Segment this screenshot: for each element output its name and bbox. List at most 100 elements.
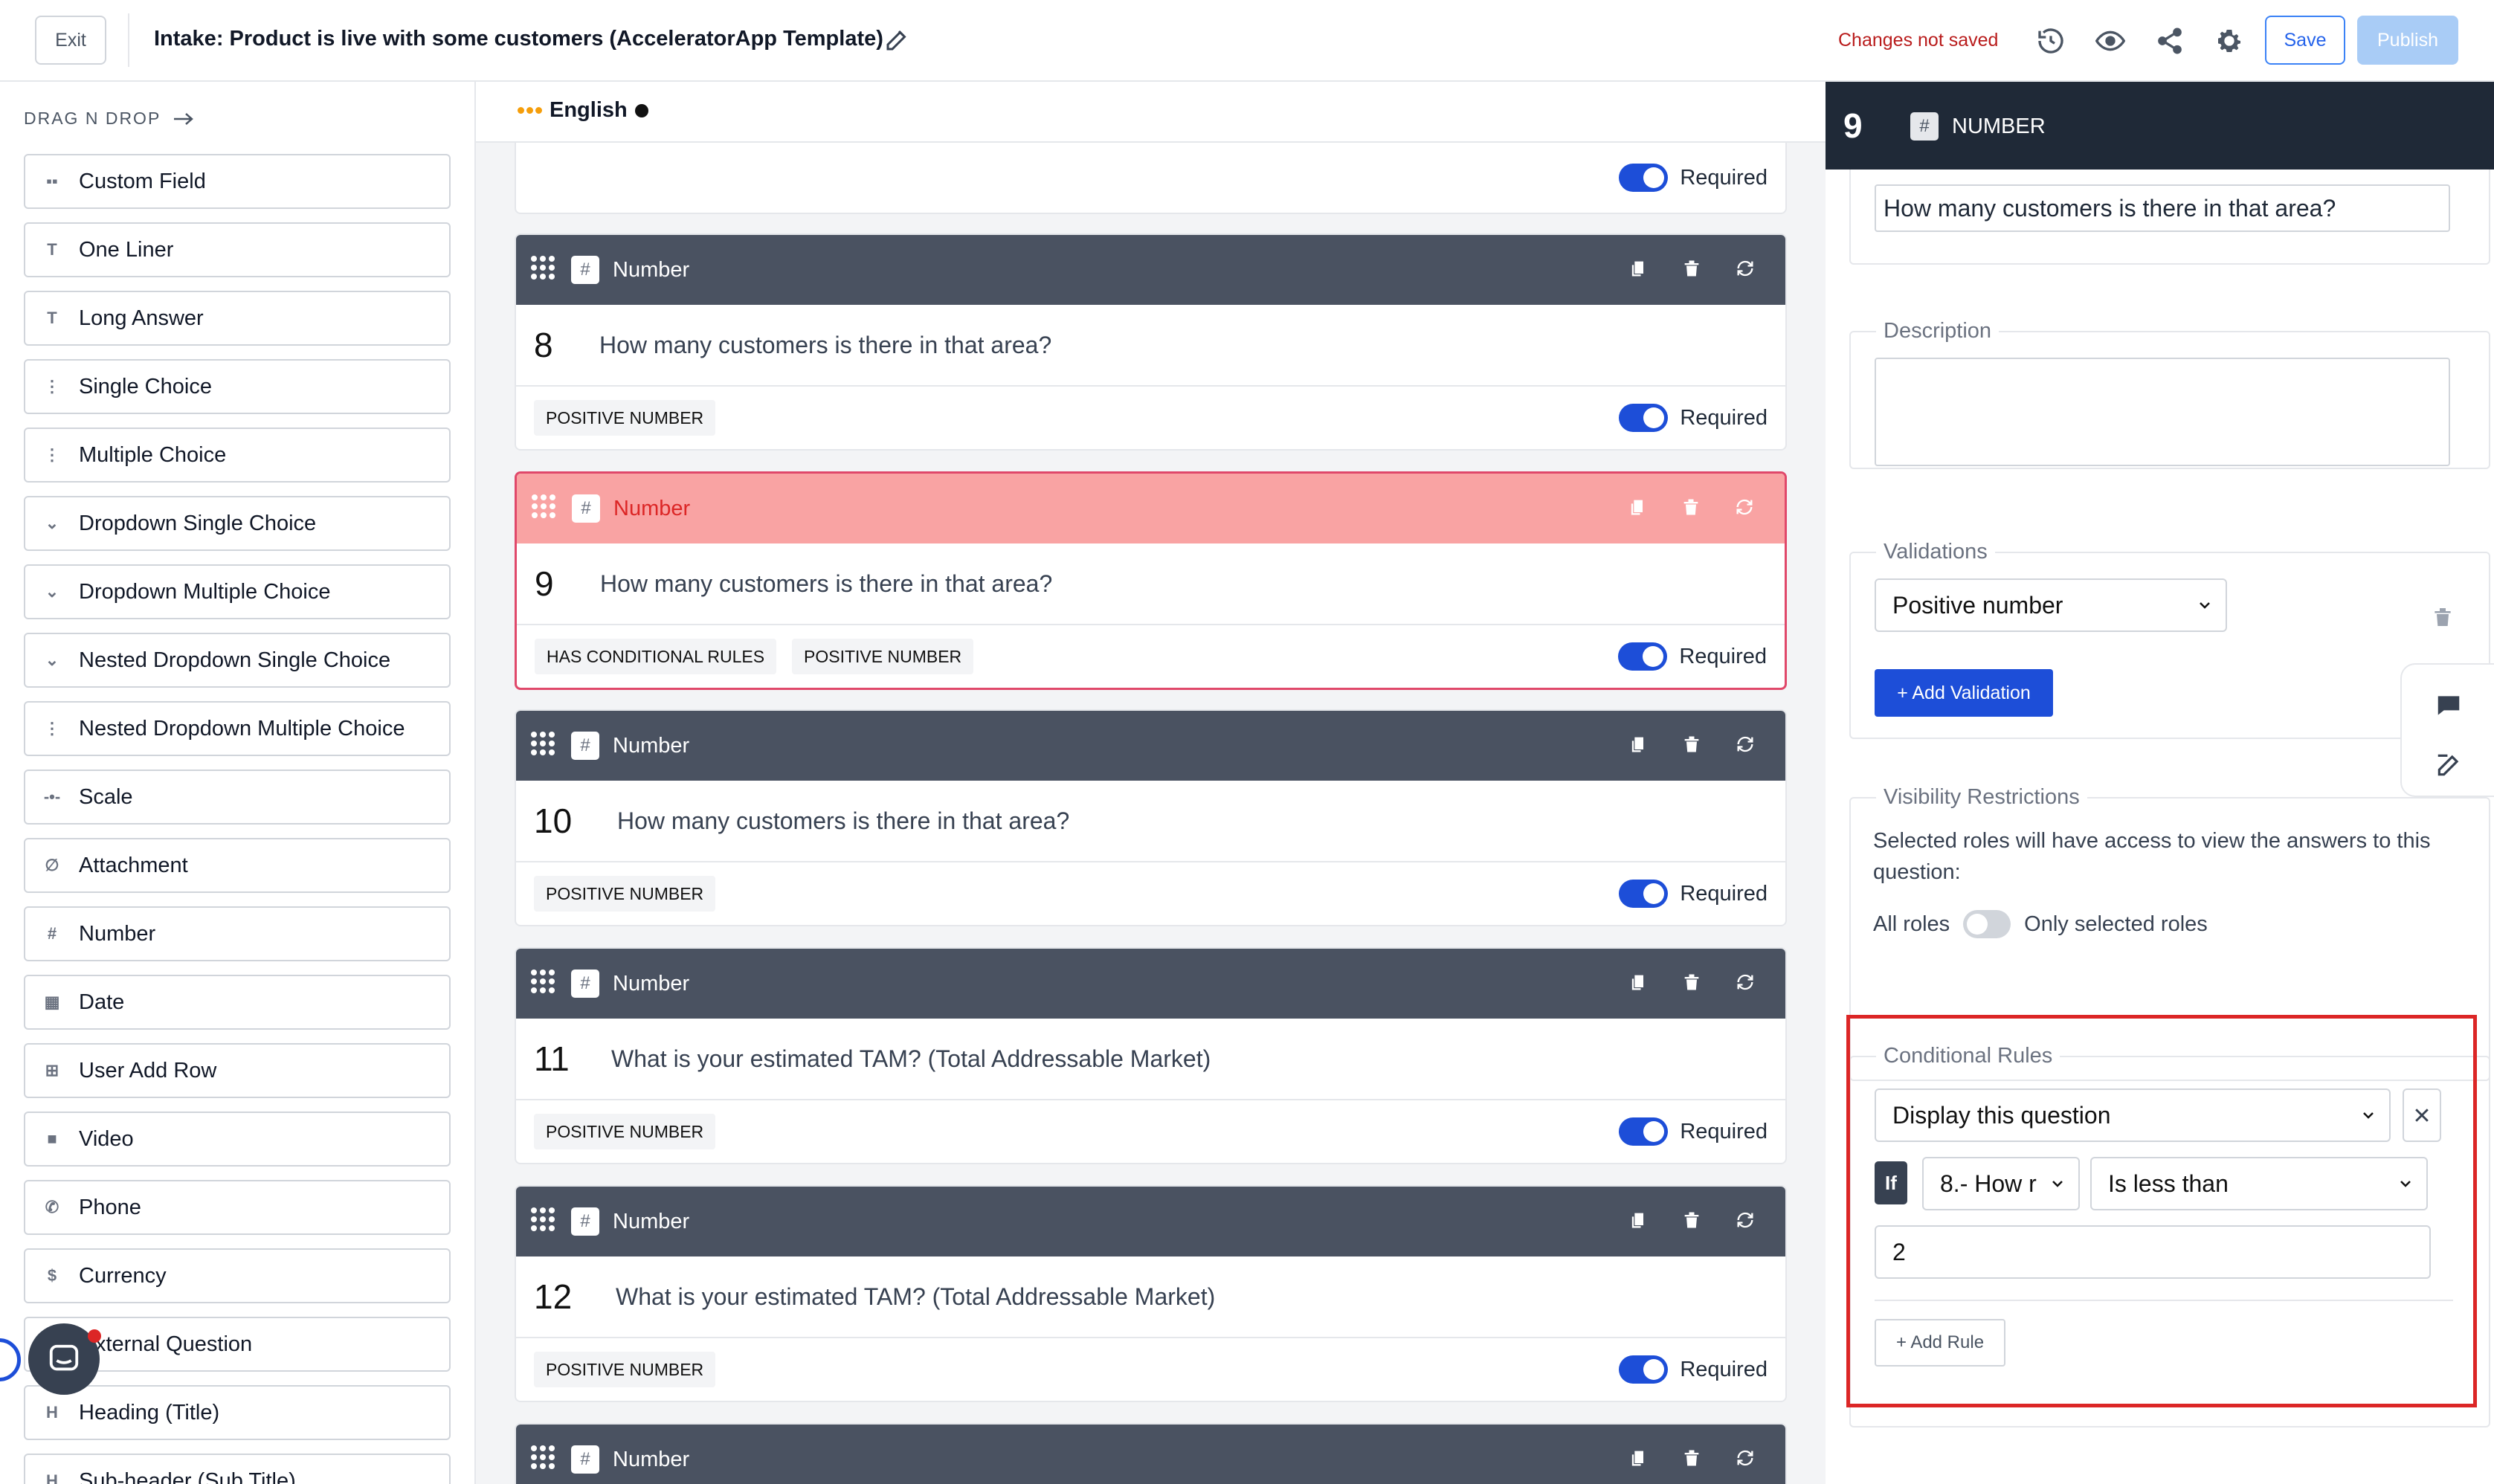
drag-handle-icon[interactable] bbox=[531, 970, 555, 993]
drag-handle-icon[interactable] bbox=[532, 494, 555, 518]
palette-item-one-liner[interactable]: T One Liner bbox=[24, 222, 451, 277]
card-header: # Number bbox=[516, 1425, 1785, 1484]
subheading-icon: H bbox=[46, 1471, 58, 1484]
swap-icon[interactable] bbox=[1735, 732, 1756, 756]
add-validation-button[interactable]: + Add Validation bbox=[1875, 669, 2053, 717]
tag-badge: HAS CONDITIONAL RULES bbox=[535, 639, 777, 674]
drag-handle-icon[interactable] bbox=[531, 256, 555, 280]
question-card-9[interactable]: # Number 9 How many customers is there i… bbox=[515, 471, 1787, 690]
palette-item-dropdown-single-choice[interactable]: ⌄ Dropdown Single Choice bbox=[24, 496, 451, 551]
hash-icon: # bbox=[571, 1445, 599, 1474]
trash-icon[interactable] bbox=[2431, 604, 2455, 630]
duplicate-icon[interactable] bbox=[1628, 970, 1649, 994]
video-icon: ■ bbox=[47, 1129, 57, 1148]
description-fieldset: Description bbox=[1849, 319, 2490, 469]
card-header: # Number bbox=[516, 235, 1785, 305]
hash-icon: # bbox=[47, 924, 57, 943]
drag-handle-icon[interactable] bbox=[531, 1207, 555, 1231]
palette-item-dropdown-multiple-choice[interactable]: ⌄ Dropdown Multiple Choice bbox=[24, 564, 451, 619]
swap-icon[interactable] bbox=[1735, 1208, 1756, 1232]
publish-button[interactable]: Publish bbox=[2357, 16, 2458, 65]
palette-item-currency[interactable]: $ Currency bbox=[24, 1248, 451, 1303]
swap-icon[interactable] bbox=[1734, 495, 1755, 519]
swap-icon[interactable] bbox=[1735, 1446, 1756, 1470]
language-status-dot bbox=[634, 103, 648, 117]
language-bar: English bbox=[476, 82, 1826, 143]
list-icon: ⋮ bbox=[44, 445, 60, 464]
roles-toggle[interactable] bbox=[1963, 910, 2011, 938]
palette-item-date[interactable]: ▦ Date bbox=[24, 975, 451, 1030]
required-toggle[interactable] bbox=[1619, 880, 1669, 908]
palette-item-long-answer[interactable]: T Long Answer bbox=[24, 291, 451, 346]
edit-icon[interactable] bbox=[2433, 751, 2464, 779]
duplicate-icon[interactable] bbox=[1628, 732, 1649, 756]
card-header: # Number bbox=[516, 711, 1785, 781]
trash-icon[interactable] bbox=[1681, 495, 1701, 519]
drag-handle-icon[interactable] bbox=[531, 1445, 555, 1469]
description-textarea[interactable] bbox=[1875, 358, 2450, 466]
heading-icon: H bbox=[46, 1403, 58, 1422]
question-card-8[interactable]: # Number 8 How many customers is there i… bbox=[515, 233, 1787, 451]
drag-handle-icon[interactable] bbox=[531, 732, 555, 755]
duplicate-icon[interactable] bbox=[1628, 1208, 1649, 1232]
share-icon[interactable] bbox=[2155, 26, 2185, 56]
comment-icon[interactable] bbox=[2433, 691, 2464, 720]
eye-icon[interactable] bbox=[2095, 26, 2125, 56]
duplicate-icon[interactable] bbox=[1628, 257, 1649, 280]
roles-toggle-group: All roles Only selected roles bbox=[1873, 910, 2208, 938]
phone-icon: ✆ bbox=[45, 1198, 59, 1216]
text-icon: T bbox=[47, 309, 57, 327]
calendar-icon: ▦ bbox=[44, 993, 60, 1011]
palette-item-custom-field[interactable]: ▪▪ Custom Field bbox=[24, 154, 451, 209]
palette-item-number[interactable]: # Number bbox=[24, 906, 451, 961]
palette-item-scale[interactable]: -•- Scale bbox=[24, 770, 451, 825]
required-toggle[interactable] bbox=[1619, 1117, 1669, 1146]
gear-icon[interactable] bbox=[2214, 26, 2244, 56]
question-card-12[interactable]: # Number 12 What is your estimated TAM? … bbox=[515, 1185, 1787, 1402]
history-icon[interactable] bbox=[2036, 26, 2066, 56]
required-toggle[interactable] bbox=[1619, 164, 1669, 192]
save-button[interactable]: Save bbox=[2265, 16, 2345, 65]
question-card-10[interactable]: # Number 10 How many customers is there … bbox=[515, 709, 1787, 926]
swap-icon[interactable] bbox=[1735, 257, 1756, 280]
hash-icon: # bbox=[571, 732, 599, 760]
swap-icon[interactable] bbox=[1735, 970, 1756, 994]
required-toggle[interactable] bbox=[1618, 642, 1668, 671]
question-text: How many customers is there in that area… bbox=[599, 331, 1052, 358]
required-toggle[interactable] bbox=[1619, 404, 1669, 432]
trash-icon[interactable] bbox=[1681, 257, 1702, 280]
trash-icon[interactable] bbox=[1681, 732, 1702, 756]
question-card-partial[interactable]: Required bbox=[515, 143, 1787, 214]
validation-select[interactable]: Positive number bbox=[1875, 578, 2227, 632]
palette-item-phone[interactable]: ✆ Phone bbox=[24, 1180, 451, 1235]
edit-title-icon[interactable] bbox=[883, 27, 910, 54]
question-input[interactable]: How many customers is there in that area… bbox=[1875, 184, 2450, 232]
highlight-box bbox=[1846, 1015, 2477, 1407]
duplicate-icon[interactable] bbox=[1628, 1446, 1649, 1470]
trash-icon[interactable] bbox=[1681, 1208, 1702, 1232]
question-card-11[interactable]: # Number 11 What is your estimated TAM? … bbox=[515, 947, 1787, 1164]
card-body: 9 How many customers is there in that ar… bbox=[517, 543, 1785, 625]
exit-button[interactable]: Exit bbox=[35, 16, 106, 65]
card-footer: POSITIVE NUMBER Required bbox=[516, 862, 1785, 925]
palette-item-nested-dropdown-multiple-choice[interactable]: ⋮ Nested Dropdown Multiple Choice bbox=[24, 701, 451, 756]
duplicate-icon[interactable] bbox=[1627, 495, 1648, 519]
palette-item-multiple-choice[interactable]: ⋮ Multiple Choice bbox=[24, 428, 451, 483]
grid-icon: ▪▪ bbox=[46, 172, 58, 190]
palette-item-video[interactable]: ■ Video bbox=[24, 1112, 451, 1167]
field-palette-sidebar: DRAG N DROP ▪▪ Custom Field T One Liner TL… bbox=[0, 82, 476, 1484]
palette-item-user-add-row[interactable]: ⊞ User Add Row bbox=[24, 1043, 451, 1098]
language-selector[interactable]: English bbox=[518, 98, 648, 123]
palette-item-heading[interactable]: H Heading (Title) bbox=[24, 1385, 451, 1440]
palette-item-attachment[interactable]: ∅ Attachment bbox=[24, 838, 451, 893]
trash-icon[interactable] bbox=[1681, 1446, 1702, 1470]
question-card-13[interactable]: # Number bbox=[515, 1423, 1787, 1484]
visibility-description: Selected roles will have access to view … bbox=[1873, 829, 2431, 884]
trash-icon[interactable] bbox=[1681, 970, 1702, 994]
list-icon: ⋮ bbox=[44, 719, 60, 738]
palette-item-single-choice[interactable]: ⋮ Single Choice bbox=[24, 359, 451, 414]
palette-item-nested-dropdown-single-choice[interactable]: ⌄ Nested Dropdown Single Choice bbox=[24, 633, 451, 688]
palette-item-sub-header[interactable]: H Sub-header (Sub Title) bbox=[24, 1454, 451, 1484]
question-text: How many customers is there in that area… bbox=[600, 570, 1053, 597]
required-toggle[interactable] bbox=[1619, 1355, 1669, 1384]
